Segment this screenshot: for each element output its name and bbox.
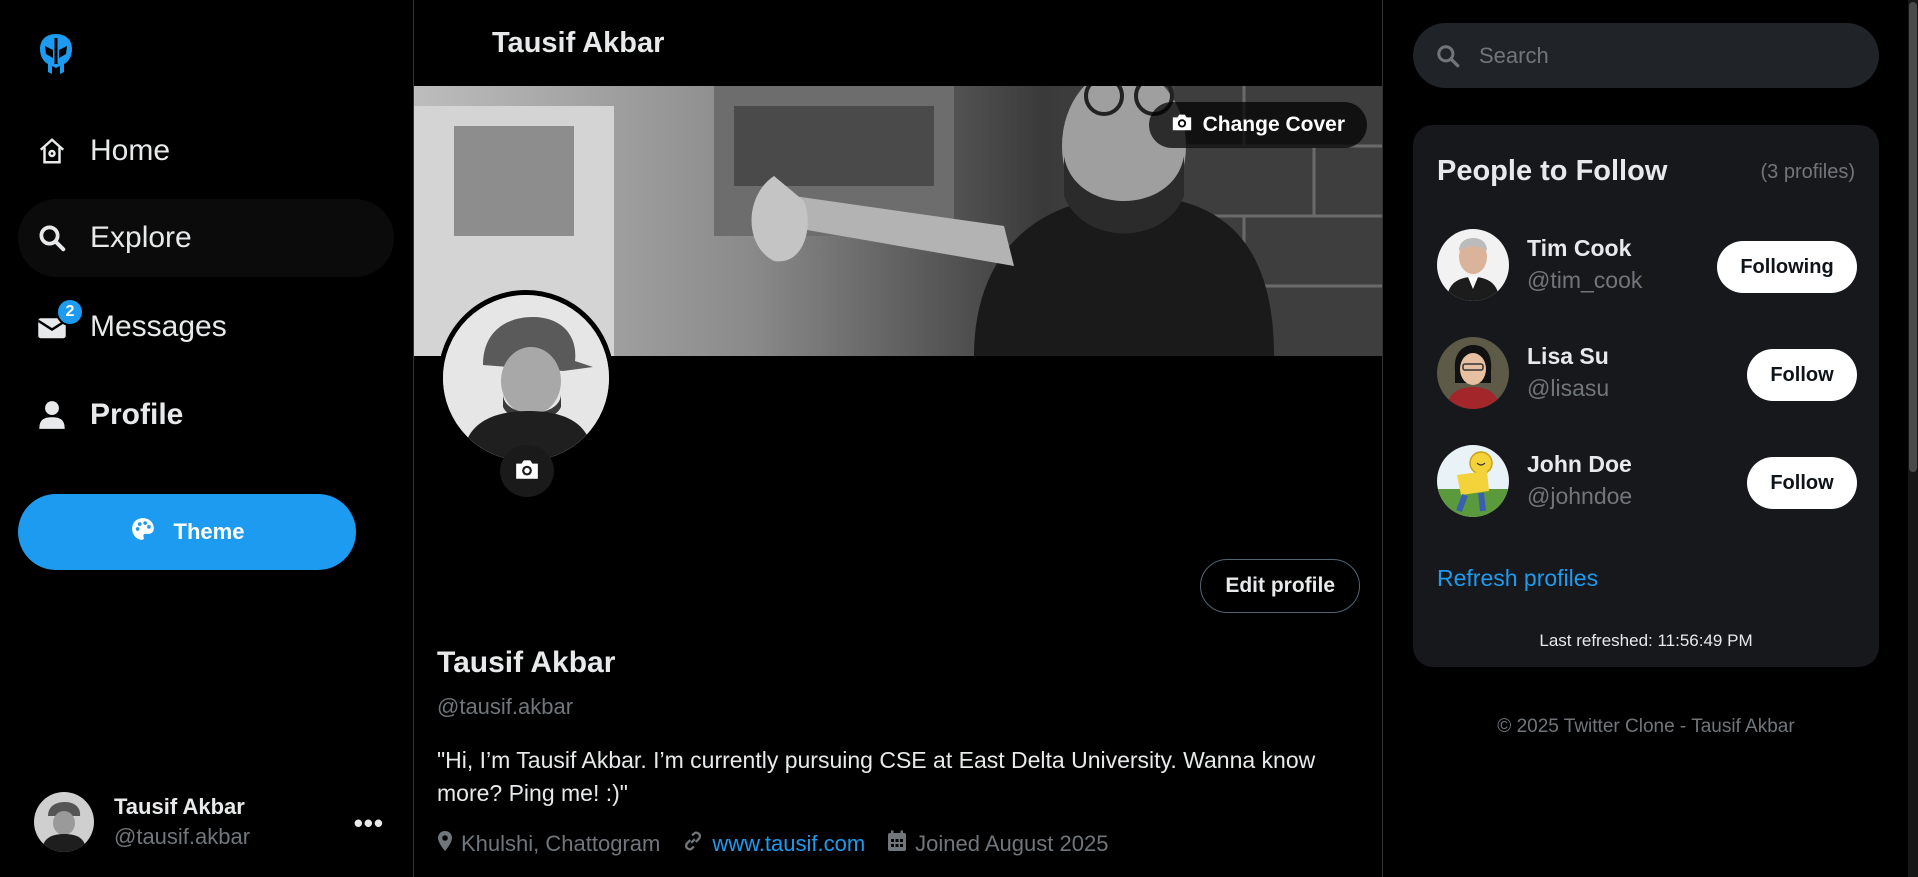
last-refreshed-text: Last refreshed: 11:56:49 PM	[1539, 631, 1753, 650]
more-options-icon[interactable]: •••	[354, 808, 384, 839]
profile-name: Tausif Akbar	[437, 646, 616, 679]
search-input[interactable]	[1479, 23, 1859, 88]
change-avatar-button[interactable]	[500, 445, 554, 497]
theme-button-label: Theme	[173, 519, 245, 544]
nav-home-label: Home	[90, 134, 171, 167]
nav-profile-label: Profile	[90, 398, 184, 431]
following-button[interactable]: Following	[1717, 241, 1857, 293]
edit-profile-button[interactable]: Edit profile	[1200, 559, 1360, 613]
people-to-follow-card: People to Follow (3 profiles) Tim Cook @…	[1413, 125, 1879, 667]
right-sidebar: People to Follow (3 profiles) Tim Cook @…	[1383, 0, 1918, 877]
footer-copyright: © 2025 Twitter Clone - Tausif Akbar	[1497, 716, 1795, 737]
person-name: John Doe	[1527, 451, 1632, 477]
account-handle: @tausif.akbar	[114, 824, 251, 849]
camera-icon	[1171, 112, 1193, 138]
camera-icon	[514, 458, 540, 485]
change-cover-button[interactable]: Change Cover	[1148, 102, 1367, 148]
avatar	[1437, 445, 1509, 517]
profile-avatar	[438, 290, 614, 466]
left-sidebar: Home Explore 2 Messages Profile Theme Ta…	[0, 0, 413, 877]
joined-text: Joined August 2025	[915, 831, 1109, 856]
profile-handle: @tausif.akbar	[437, 694, 574, 719]
avatar	[1437, 337, 1509, 409]
messages-badge: 2	[56, 298, 84, 326]
profile-bio: "Hi, I’m Tausif Akbar. I’m currently pur…	[437, 747, 1316, 806]
account-name: Tausif Akbar	[114, 794, 245, 819]
page-title: Tausif Akbar	[492, 27, 665, 59]
user-icon	[36, 399, 68, 431]
website-link[interactable]: www.tausif.com	[712, 831, 865, 857]
list-item[interactable]: Lisa Su @lisasu Follow	[1437, 337, 1857, 413]
palette-icon	[130, 516, 156, 548]
scrollbar-thumb[interactable]	[1909, 2, 1917, 472]
person-name: Tim Cook	[1527, 235, 1632, 261]
change-cover-label: Change Cover	[1202, 113, 1345, 136]
nav-explore-label: Explore	[90, 221, 192, 254]
profile-location: Khulshi, Chattogram	[437, 830, 660, 858]
app-logo-icon[interactable]	[36, 32, 76, 76]
search-icon	[36, 222, 68, 254]
nav-explore[interactable]: Explore	[18, 199, 394, 277]
list-item[interactable]: Tim Cook @tim_cook Following	[1437, 229, 1857, 305]
person-handle: @johndoe	[1527, 483, 1633, 509]
person-handle: @tim_cook	[1527, 267, 1643, 293]
main-header: Tausif Akbar	[414, 0, 1382, 86]
link-icon	[682, 830, 704, 858]
search-bar[interactable]	[1413, 23, 1879, 88]
home-icon	[36, 135, 68, 167]
profile-meta: Khulshi, Chattogram www.tausif.com Joine…	[437, 830, 1108, 858]
scrollbar[interactable]	[1908, 0, 1918, 877]
person-name: Lisa Su	[1527, 343, 1609, 369]
follow-button[interactable]: Follow	[1747, 457, 1857, 509]
nav-messages[interactable]: 2 Messages	[18, 288, 394, 366]
person-handle: @lisasu	[1527, 375, 1610, 401]
map-pin-icon	[437, 830, 453, 858]
nav-profile[interactable]: Profile	[18, 376, 394, 454]
app-root: Home Explore 2 Messages Profile Theme Ta…	[0, 0, 1918, 877]
follow-button[interactable]: Follow	[1747, 349, 1857, 401]
nav-home[interactable]: Home	[18, 112, 394, 190]
location-text: Khulshi, Chattogram	[461, 831, 661, 856]
profile-count: (3 profiles)	[1760, 161, 1855, 183]
avatar	[1437, 229, 1509, 301]
profile-joined: Joined August 2025	[887, 830, 1108, 858]
account-switcher[interactable]: Tausif Akbar @tausif.akbar •••	[34, 790, 384, 854]
profile-website[interactable]: www.tausif.com	[682, 830, 865, 858]
theme-button[interactable]: Theme	[18, 494, 356, 570]
list-item[interactable]: John Doe @johndoe Follow	[1437, 445, 1857, 521]
nav-messages-label: Messages	[90, 310, 227, 343]
calendar-icon	[887, 830, 907, 858]
people-to-follow-title: People to Follow	[1437, 155, 1668, 187]
profile-main: Tausif Akbar Change Cover Edit profile T…	[413, 0, 1383, 877]
avatar	[34, 792, 94, 852]
refresh-profiles-link[interactable]: Refresh profiles	[1437, 565, 1598, 592]
search-icon	[1435, 43, 1461, 74]
